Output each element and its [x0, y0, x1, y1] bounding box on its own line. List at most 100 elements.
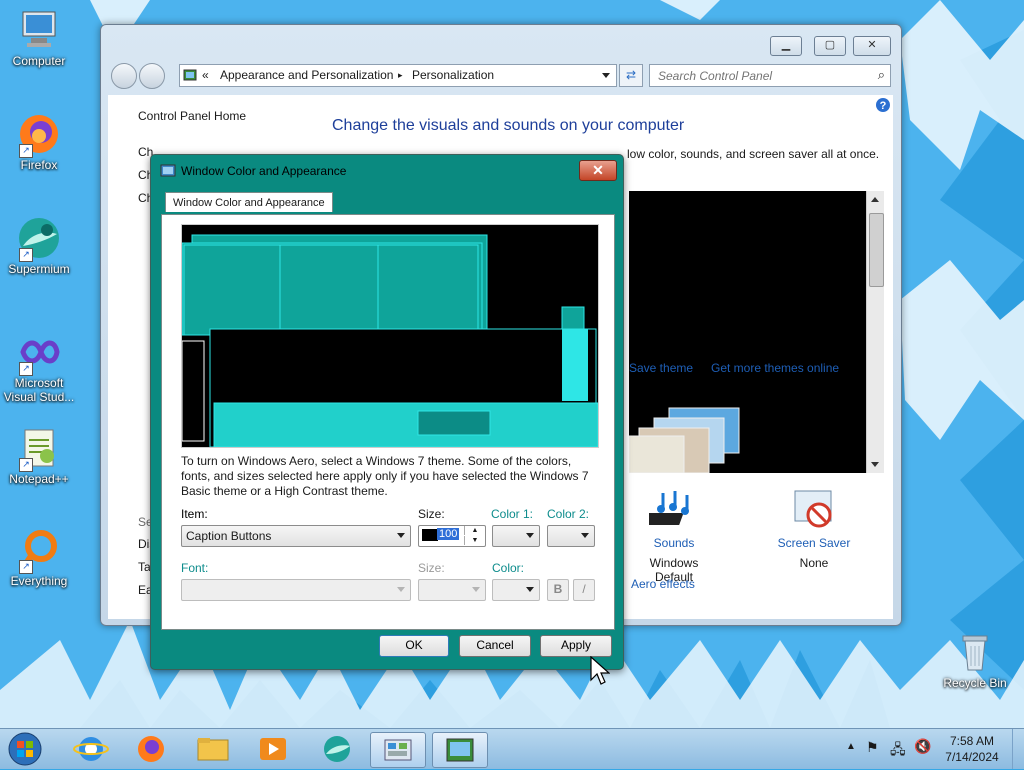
page-title: Change the visuals and sounds on your co…	[332, 117, 685, 134]
minimize-button[interactable]: ▁	[770, 36, 802, 56]
network-icon[interactable]: 🖧	[890, 739, 906, 763]
desktop-icon-notepadpp[interactable]: ↗ Notepad++	[0, 426, 78, 486]
taskbar-media-player[interactable]	[246, 732, 300, 766]
stepper-down-icon[interactable]: ▼	[464, 536, 485, 545]
desktop-icon-firefox[interactable]: ↗ Firefox	[0, 112, 78, 172]
sounds-label[interactable]: Sounds	[629, 536, 719, 550]
apply-button[interactable]: Apply	[540, 635, 612, 657]
screensaver-label[interactable]: Screen Saver	[764, 536, 864, 550]
taskbar-supermium[interactable]	[310, 732, 364, 766]
search-input[interactable]	[656, 68, 870, 84]
aero-effects-link[interactable]: Aero effects	[631, 577, 695, 591]
notepadpp-icon: ↗	[17, 426, 61, 472]
clock-date: 7/14/2024	[945, 750, 999, 764]
taskbar-firefox[interactable]	[124, 732, 178, 766]
get-more-themes-link[interactable]: Get more themes online	[711, 361, 839, 375]
shortcut-arrow-icon: ↗	[19, 458, 33, 472]
search-icon[interactable]: ⌕	[878, 67, 885, 83]
desktop-icon-label: Recycle Bin	[943, 676, 1007, 690]
size-input[interactable]: 100	[437, 528, 460, 540]
firefox-icon	[138, 736, 164, 762]
scroll-thumb[interactable]	[869, 213, 884, 287]
address-root[interactable]: «	[202, 68, 209, 82]
action-center-flag-icon[interactable]: ⚑	[866, 739, 879, 756]
scroll-down-icon[interactable]	[871, 462, 879, 467]
desktop-icon-supermium[interactable]: ↗ Supermium	[0, 216, 78, 276]
info-text: To turn on Windows Aero, select a Window…	[181, 454, 589, 498]
volume-muted-icon[interactable]: 🔇	[914, 738, 931, 755]
dialog-tab-panel: To turn on Windows Aero, select a Window…	[161, 214, 615, 630]
breadcrumb-personalization[interactable]: Personalization	[412, 68, 494, 82]
size-stepper[interactable]: 100 ▲ ▼	[418, 525, 486, 547]
dialog-close-button[interactable]: ✕	[579, 160, 617, 181]
desktop-icon-recycle-bin[interactable]: Recycle Bin	[936, 630, 1014, 690]
chevron-down-icon	[397, 587, 405, 592]
color2-label: Color 2:	[547, 507, 590, 521]
font-size-label: Size:	[418, 561, 445, 575]
item-select-value: Caption Buttons	[186, 529, 272, 543]
theme-list-scrollbar[interactable]	[866, 191, 884, 473]
show-desktop-button[interactable]	[1012, 729, 1024, 769]
control-panel-home-link[interactable]: Control Panel Home	[138, 109, 246, 123]
taskbar-window-color[interactable]	[432, 732, 488, 768]
close-button[interactable]: ✕	[853, 36, 891, 56]
chevron-down-icon	[472, 587, 480, 592]
save-theme-link[interactable]: Save theme	[629, 361, 693, 375]
see-also-taskbar[interactable]: Ta	[138, 560, 151, 574]
folder-icon	[197, 738, 229, 761]
scroll-up-icon[interactable]	[871, 197, 879, 202]
breadcrumb-appearance[interactable]: Appearance and Personalization	[220, 68, 393, 82]
screensaver-item[interactable]: Screen Saver None	[764, 487, 864, 570]
help-icon[interactable]: ?	[875, 97, 891, 113]
refresh-button[interactable]: ⇄	[619, 64, 643, 87]
font-color-picker[interactable]	[492, 579, 540, 601]
address-bar[interactable]: « Appearance and Personalization ▸ Perso…	[179, 64, 617, 87]
search-box[interactable]: ⌕	[649, 64, 891, 87]
desktop-icon-computer[interactable]: Computer	[0, 8, 78, 68]
color1-picker[interactable]	[492, 525, 540, 547]
desktop-icon-everything[interactable]: ↗ Everything	[0, 528, 78, 588]
desktop-icon-label: Microsoft Visual Stud...	[3, 376, 75, 404]
supermium-icon: ↗	[17, 216, 61, 262]
maximize-button[interactable]: ▢	[814, 36, 846, 56]
chevron-down-icon	[397, 533, 405, 538]
computer-icon	[17, 8, 61, 52]
shortcut-arrow-icon: ↗	[19, 362, 33, 376]
screensaver-value: None	[799, 556, 829, 570]
font-label: Font:	[181, 561, 209, 575]
color2-picker[interactable]	[547, 525, 595, 547]
taskbar-ie[interactable]	[64, 732, 118, 766]
back-button[interactable]	[111, 63, 137, 89]
start-button[interactable]	[6, 731, 44, 767]
recycle-bin-icon	[953, 630, 997, 674]
desktop-icon-visual-studio[interactable]: ↗ Microsoft Visual Stud...	[0, 330, 78, 404]
preview-graphic[interactable]	[182, 225, 598, 447]
desktop-icon-label: Everything	[10, 574, 68, 588]
theme-list[interactable]: Save theme Get more themes online	[629, 191, 866, 473]
taskbar-explorer[interactable]	[186, 732, 240, 766]
sounds-item[interactable]: Sounds Windows Default	[629, 487, 719, 584]
item-select[interactable]: Caption Buttons	[181, 525, 411, 547]
cancel-button[interactable]: Cancel	[459, 635, 531, 657]
taskbar-control-panel[interactable]	[370, 732, 426, 768]
bold-toggle[interactable]: B	[547, 579, 569, 601]
theme-thumbnail-icon[interactable]	[629, 406, 749, 473]
clock[interactable]: 7:58 AM 7/14/2024	[940, 733, 1004, 765]
dialog-title: Window Color and Appearance	[181, 164, 347, 178]
forward-button[interactable]	[139, 63, 165, 89]
tray-expand-icon[interactable]: ▲	[846, 741, 856, 752]
taskbar: ▲ ⚑ 🖧 🔇 7:58 AM 7/14/2024	[0, 728, 1024, 769]
everything-search-icon: ↗	[17, 528, 61, 574]
tab-window-color[interactable]: Window Color and Appearance	[165, 192, 333, 212]
italic-toggle[interactable]: /	[573, 579, 595, 601]
font-select[interactable]	[181, 579, 411, 601]
stepper-up-icon[interactable]: ▲	[464, 526, 485, 535]
firefox-icon: ↗	[17, 112, 61, 158]
font-size-select[interactable]	[418, 579, 486, 601]
internet-explorer-icon	[73, 737, 109, 761]
windows-start-icon	[8, 732, 42, 766]
appearance-preview[interactable]	[181, 224, 599, 448]
ok-button[interactable]: OK	[379, 635, 449, 657]
address-dropdown-icon[interactable]	[602, 73, 610, 78]
shortcut-arrow-icon: ↗	[19, 560, 33, 574]
